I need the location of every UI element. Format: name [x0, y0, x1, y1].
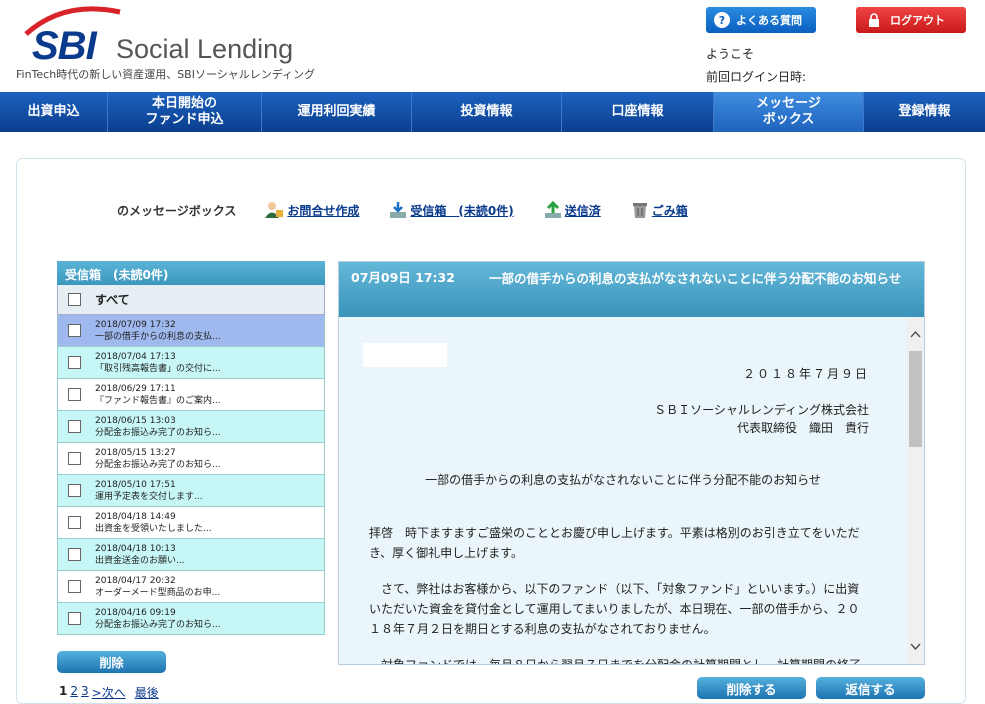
message-row[interactable]: 2018/06/29 17:11 『ファンド報告書』のご案内...	[57, 379, 325, 411]
body-paragraph: さて、弊社はお客様から、以下のファンド（以下、「対象ファンド」といいます。）に出…	[369, 582, 860, 636]
message-checkbox[interactable]	[68, 516, 81, 529]
nav-yield-results[interactable]: 運用利回実績	[262, 92, 412, 132]
select-all-checkbox[interactable]	[68, 293, 81, 306]
body-paragraph: 拝啓 時下ますますご盛栄のこととお慶び申し上げます。平素は格別のお引き立てをいた…	[369, 526, 860, 560]
body-date: ２０１８年７月９日	[742, 367, 869, 381]
trash-link[interactable]: ごみ箱	[631, 201, 688, 219]
nav-account-info[interactable]: 口座情報	[562, 92, 714, 132]
message-checkbox[interactable]	[68, 612, 81, 625]
message-row[interactable]: 2018/05/10 17:51 運用予定表を交付します...	[57, 475, 325, 507]
message-scrollbar[interactable]	[907, 317, 924, 664]
pagination: 1 2 3 >次へ 最後	[59, 684, 159, 701]
page-3-link[interactable]: 3	[81, 684, 89, 701]
compose-inquiry-link[interactable]: お問合せ作成	[264, 201, 359, 219]
redacted-recipient	[363, 343, 447, 367]
inbox-header: 受信箱 (未読0件)	[57, 261, 325, 285]
logo-sbi-text: SBI	[32, 24, 97, 68]
body-paragraph: 対象ファンドでは、毎月８日から翌月７日までを分配金の計算期間とし、計算期間の終了	[369, 655, 869, 664]
message-row[interactable]: 2018/04/17 20:32 オーダーメード型商品のお申...	[57, 571, 325, 603]
lock-icon	[869, 13, 879, 27]
delete-message-button[interactable]: 削除する	[697, 677, 806, 699]
trash-icon	[632, 203, 647, 218]
message-detail: 07月09日 17:32 一部の借手からの利息の支払がなされないことに伴う分配不…	[338, 261, 925, 665]
scrollbar-thumb[interactable]	[909, 351, 922, 447]
header: SBI Social Lending FinTech時代の新しい資産運用、SBI…	[0, 0, 985, 92]
nav-registration-info[interactable]: 登録情報	[864, 92, 985, 132]
message-row[interactable]: 2018/04/18 10:13 出資金送金のお願い...	[57, 539, 325, 571]
logout-button[interactable]: ログアウト	[856, 7, 966, 33]
last-page-link[interactable]: 最後	[135, 684, 159, 701]
message-checkbox[interactable]	[68, 388, 81, 401]
nav-todays-fund-application[interactable]: 本日開始の ファンド申込	[108, 92, 262, 132]
body-title: 一部の借手からの利息の支払がなされないことに伴う分配不能のお知らせ	[425, 473, 821, 487]
page-2-link[interactable]: 2	[70, 684, 78, 701]
reply-button[interactable]: 返信する	[816, 677, 925, 699]
nav-investment-info[interactable]: 投資情報	[412, 92, 562, 132]
message-checkbox[interactable]	[68, 452, 81, 465]
message-date: 07月09日 17:32	[351, 270, 455, 285]
sbi-social-lending-logo[interactable]: SBI Social Lending FinTech時代の新しい資産運用、SBI…	[14, 6, 354, 82]
message-row[interactable]: 2018/05/15 13:27 分配金お振込み完了のお知ら...	[57, 443, 325, 475]
select-all-row: すべて	[57, 285, 325, 315]
message-checkbox[interactable]	[68, 548, 81, 561]
download-tray-icon	[390, 202, 407, 218]
upload-arrow-icon	[544, 201, 561, 218]
sent-link[interactable]: 送信済	[544, 201, 601, 219]
message-row[interactable]: 2018/04/16 09:19 分配金お振込み完了のお知ら...	[57, 603, 325, 635]
scroll-down-icon[interactable]	[910, 641, 921, 652]
message-checkbox[interactable]	[68, 324, 81, 337]
main-nav: 出資申込 本日開始の ファンド申込 運用利回実績 投資情報 口座情報 メッセージ…	[0, 92, 985, 132]
message-checkbox[interactable]	[68, 356, 81, 369]
message-panel: のメッセージボックス お問合せ作成 受信箱 (未読0件) 送信済 ごみ箱 受信箱…	[16, 158, 966, 704]
nav-message-box[interactable]: メッセージ ボックス	[714, 92, 864, 132]
inbox-link[interactable]: 受信箱 (未読0件)	[389, 201, 514, 219]
delete-button[interactable]: 削除	[57, 651, 166, 673]
logo-social-lending-text: Social Lending	[116, 34, 294, 64]
nav-investment-application[interactable]: 出資申込	[0, 92, 108, 132]
welcome-text: ようこそ	[706, 47, 755, 61]
faq-button[interactable]: ? よくある質問	[706, 7, 816, 33]
message-subject: 一部の借手からの利息の支払がなされないことに伴う分配不能のお知らせ	[489, 271, 902, 286]
body-sender: ＳＢＩソーシャルレンディング株式会社 代表取締役 織田 貴行	[654, 403, 869, 435]
message-row[interactable]: 2018/07/09 17:32 一部の借手からの利息の支払...	[57, 315, 325, 347]
message-box-title: のメッセージボックス	[117, 203, 237, 218]
message-checkbox[interactable]	[68, 484, 81, 497]
logout-label: ログアウト	[890, 14, 945, 27]
last-login-text: 前回ログイン日時:	[706, 70, 807, 84]
logo-tagline: FinTech時代の新しい資産運用、SBIソーシャルレンディング	[16, 68, 315, 81]
scroll-up-icon[interactable]	[910, 329, 921, 340]
message-checkbox[interactable]	[68, 580, 81, 593]
redacted-username	[47, 199, 117, 221]
faq-label: よくある質問	[736, 14, 802, 27]
person-compose-icon	[265, 202, 284, 218]
message-row[interactable]: 2018/06/15 13:03 分配金お振込み完了のお知ら...	[57, 411, 325, 443]
message-body: ２０１８年７月９日 ＳＢＩソーシャルレンディング株式会社 代表取締役 織田 貴行…	[339, 317, 907, 664]
next-page-link[interactable]: >次へ	[92, 684, 126, 701]
message-row[interactable]: 2018/04/18 14:49 出資金を受領いたしました...	[57, 507, 325, 539]
message-box-toolbar: のメッセージボックス お問合せ作成 受信箱 (未読0件) 送信済 ごみ箱	[47, 199, 718, 221]
message-checkbox[interactable]	[68, 420, 81, 433]
page-current: 1	[59, 684, 68, 698]
select-all-label: すべて	[95, 293, 130, 307]
question-icon: ?	[714, 12, 730, 28]
message-detail-header: 07月09日 17:32 一部の借手からの利息の支払がなされないことに伴う分配不…	[339, 262, 924, 317]
message-row[interactable]: 2018/07/04 17:13 「取引残高報告書」の交付に...	[57, 347, 325, 379]
inbox-list: 受信箱 (未読0件) すべて 2018/07/09 17:32 一部の借手からの利…	[57, 261, 325, 635]
